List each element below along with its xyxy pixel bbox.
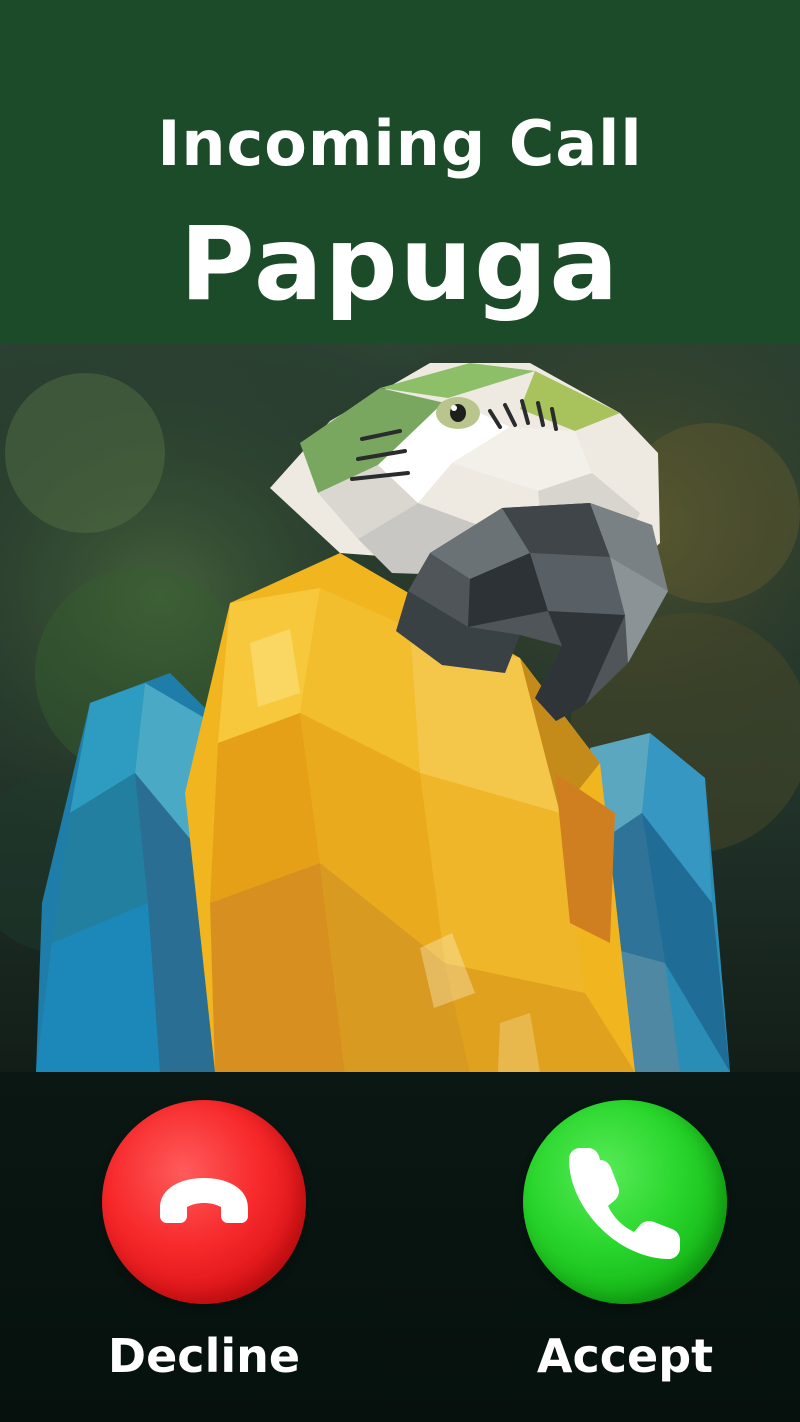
phone-hangup-icon xyxy=(160,1178,248,1223)
accept-button[interactable] xyxy=(523,1100,727,1304)
accept-label: Accept xyxy=(536,1329,714,1383)
incoming-call-label: Incoming Call xyxy=(157,107,643,180)
incoming-call-screen: Incoming Call Papuga Decline Accept xyxy=(0,0,800,1422)
caller-photo-illustration xyxy=(0,343,800,1072)
incoming-call-header: Incoming Call Papuga xyxy=(0,0,800,343)
phone-icon xyxy=(569,1148,680,1259)
decline-label: Decline xyxy=(107,1329,301,1383)
caller-name: Papuga xyxy=(179,205,621,324)
accept-call-action[interactable]: Accept xyxy=(495,1100,755,1410)
parrot-eye xyxy=(436,397,480,429)
decline-button[interactable] xyxy=(102,1100,306,1304)
caller-photo xyxy=(0,343,800,1072)
call-actions-panel: Decline Accept xyxy=(0,1072,800,1422)
decline-call-action[interactable]: Decline xyxy=(74,1100,334,1410)
